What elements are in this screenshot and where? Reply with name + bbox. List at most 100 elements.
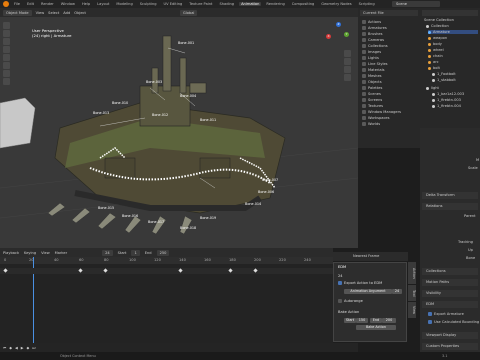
export-armature-checkbox[interactable]: Export Armature: [428, 312, 464, 316]
outliner-item[interactable]: Palettes: [362, 86, 382, 90]
workspace-tab-geometry-nodes[interactable]: Geometry Nodes: [319, 2, 353, 6]
workspace-tab-shading[interactable]: Shading: [217, 2, 236, 6]
outliner-item[interactable]: Cameras: [362, 38, 384, 42]
outliner-item[interactable]: Window Managers: [362, 110, 401, 114]
end-frame-field[interactable]: 250: [156, 249, 170, 256]
next-key-icon[interactable]: ◆: [27, 346, 30, 350]
collection-item[interactable]: Collection: [426, 24, 449, 28]
sidebar-tab-action[interactable]: Action: [408, 262, 416, 284]
collection-item[interactable]: light: [426, 86, 439, 90]
jump-start-icon[interactable]: ⏮: [3, 346, 6, 350]
section-viewport-display[interactable]: Viewport Display: [422, 332, 478, 339]
workspace-tab-animation[interactable]: Animation: [239, 2, 262, 6]
3d-viewport[interactable]: Object Mode View Select Add Object Globa…: [0, 8, 358, 248]
keyframe-marker: [78, 268, 83, 273]
workspace-tab-texture-paint[interactable]: Texture Paint: [187, 2, 214, 6]
bake-end-field[interactable]: 200: [382, 318, 396, 323]
collection-item[interactable]: arc: [428, 60, 439, 64]
menu-render[interactable]: Render: [39, 2, 56, 6]
scene-collection-outliner: Scene Collection Collection Armature wea…: [420, 8, 480, 128]
outliner-search-field[interactable]: [422, 10, 478, 16]
start-frame-field[interactable]: 1: [131, 249, 140, 256]
prev-key-icon[interactable]: ◆: [9, 346, 12, 350]
blender-logo-icon[interactable]: [3, 1, 9, 7]
play-reverse-icon[interactable]: ◀: [15, 346, 18, 350]
menu-help[interactable]: Help: [80, 2, 92, 6]
collection-item[interactable]: 1_Footbolt: [432, 72, 456, 76]
workspace-tab-uv-editing[interactable]: UV Editing: [162, 2, 185, 6]
section-edm[interactable]: EDM: [422, 301, 478, 308]
section-motion-paths[interactable]: Motion Paths: [422, 279, 478, 286]
outliner-item[interactable]: Materials: [362, 68, 384, 72]
bone-label: Bone.016: [122, 214, 139, 218]
edm-section-header[interactable]: EDM: [338, 265, 346, 269]
properties-editor: M Scale Delta Transform Relations Parent…: [420, 128, 480, 352]
timeline-menu-keying[interactable]: Keying: [24, 251, 36, 255]
light-icon: [432, 98, 435, 102]
scene-collection-header[interactable]: Scene Collection: [424, 18, 454, 22]
keyframe-marker: [228, 268, 233, 273]
sidebar-tab-view[interactable]: View: [408, 302, 416, 318]
outliner-item[interactable]: Meshes: [362, 74, 382, 78]
collection-item[interactable]: 1_stabbolt: [432, 78, 456, 82]
collection-item[interactable]: chain: [428, 54, 443, 58]
collection-item-active[interactable]: Armature: [428, 30, 478, 34]
collection-item[interactable]: 1_firebtn.004: [432, 104, 461, 108]
animation-argument-value[interactable]: 24: [392, 289, 402, 294]
menu-file[interactable]: File: [12, 2, 22, 6]
outliner-item[interactable]: Actions: [362, 20, 381, 24]
play-icon[interactable]: ▶: [21, 346, 24, 350]
outliner-item[interactable]: Images: [362, 50, 381, 54]
autorange-checkbox[interactable]: Autorange: [338, 299, 363, 303]
outliner-item[interactable]: Scenes: [362, 92, 381, 96]
outliner-item[interactable]: Worlds: [362, 122, 380, 126]
section-delta-transform[interactable]: Delta Transform: [422, 192, 478, 199]
antenna-mast-shape: [162, 35, 172, 92]
sidebar-tab-tool[interactable]: Tool: [408, 285, 416, 301]
ruler-tick: 180: [229, 258, 236, 262]
outliner-item[interactable]: Line Styles: [362, 62, 388, 66]
section-relations[interactable]: Relations: [422, 203, 478, 210]
section-collections[interactable]: Collections: [422, 268, 478, 275]
animation-argument-field[interactable]: Animation Argument: [344, 289, 392, 294]
collection-item[interactable]: weapon: [428, 36, 447, 40]
outliner-item[interactable]: Armatures: [362, 26, 387, 30]
jump-end-icon[interactable]: ⏭: [32, 346, 35, 350]
outliner-item[interactable]: Brushes: [362, 32, 382, 36]
outliner-header[interactable]: Current File: [360, 10, 418, 16]
outliner-item[interactable]: Lights: [362, 56, 379, 60]
collection-item[interactable]: 1_bar1a12.003: [432, 92, 464, 96]
collection-item[interactable]: body: [428, 42, 442, 46]
ruler-tick: 0: [4, 258, 7, 262]
outliner-item[interactable]: Objects: [362, 80, 382, 84]
timeline-ruler[interactable]: 0 20 40 60 80 100 120 140 160 180 200 22…: [0, 257, 333, 264]
workspace-tab-sculpting[interactable]: Sculpting: [138, 2, 159, 6]
timeline-menu-marker[interactable]: Marker: [55, 251, 67, 255]
timeline-editor[interactable]: Playback Keying View Marker 24 Start 1 E…: [0, 248, 333, 352]
outliner-item[interactable]: Textures: [362, 104, 383, 108]
outliner-item[interactable]: Screens: [362, 98, 382, 102]
use-calculated-bounding-checkbox[interactable]: Use Calculated Bounding: [428, 320, 479, 324]
collection-item[interactable]: bolt: [428, 66, 440, 70]
current-frame-field[interactable]: 24: [102, 249, 113, 256]
workspace-tab-scripting[interactable]: Scripting: [357, 2, 377, 6]
scene-selector[interactable]: Scene: [392, 1, 440, 7]
bake-start-field[interactable]: 150: [356, 318, 368, 323]
workspace-tab-modeling[interactable]: Modeling: [114, 2, 134, 6]
menu-window[interactable]: Window: [59, 2, 77, 6]
workspace-tab-compositing[interactable]: Compositing: [290, 2, 317, 6]
section-custom-properties[interactable]: Custom Properties: [422, 343, 478, 350]
snap-dropdown[interactable]: Nearest Frame: [333, 252, 408, 261]
outliner-item[interactable]: Collections: [362, 44, 388, 48]
timeline-menu-playback[interactable]: Playback: [3, 251, 19, 255]
collection-item[interactable]: 1_firebtn.003: [432, 98, 461, 102]
workspace-tab-layout[interactable]: Layout: [95, 2, 111, 6]
collection-item[interactable]: wheel: [428, 48, 444, 52]
bake-action-button[interactable]: Bake Action: [356, 325, 396, 330]
menu-edit[interactable]: Edit: [25, 2, 36, 6]
workspace-tab-rendering[interactable]: Rendering: [264, 2, 286, 6]
export-action-checkbox[interactable]: Export Action to EDM: [338, 281, 382, 285]
timeline-menu-view[interactable]: View: [41, 251, 50, 255]
outliner-item[interactable]: Workspaces: [362, 116, 390, 120]
section-visibility[interactable]: Visibility: [422, 290, 478, 297]
